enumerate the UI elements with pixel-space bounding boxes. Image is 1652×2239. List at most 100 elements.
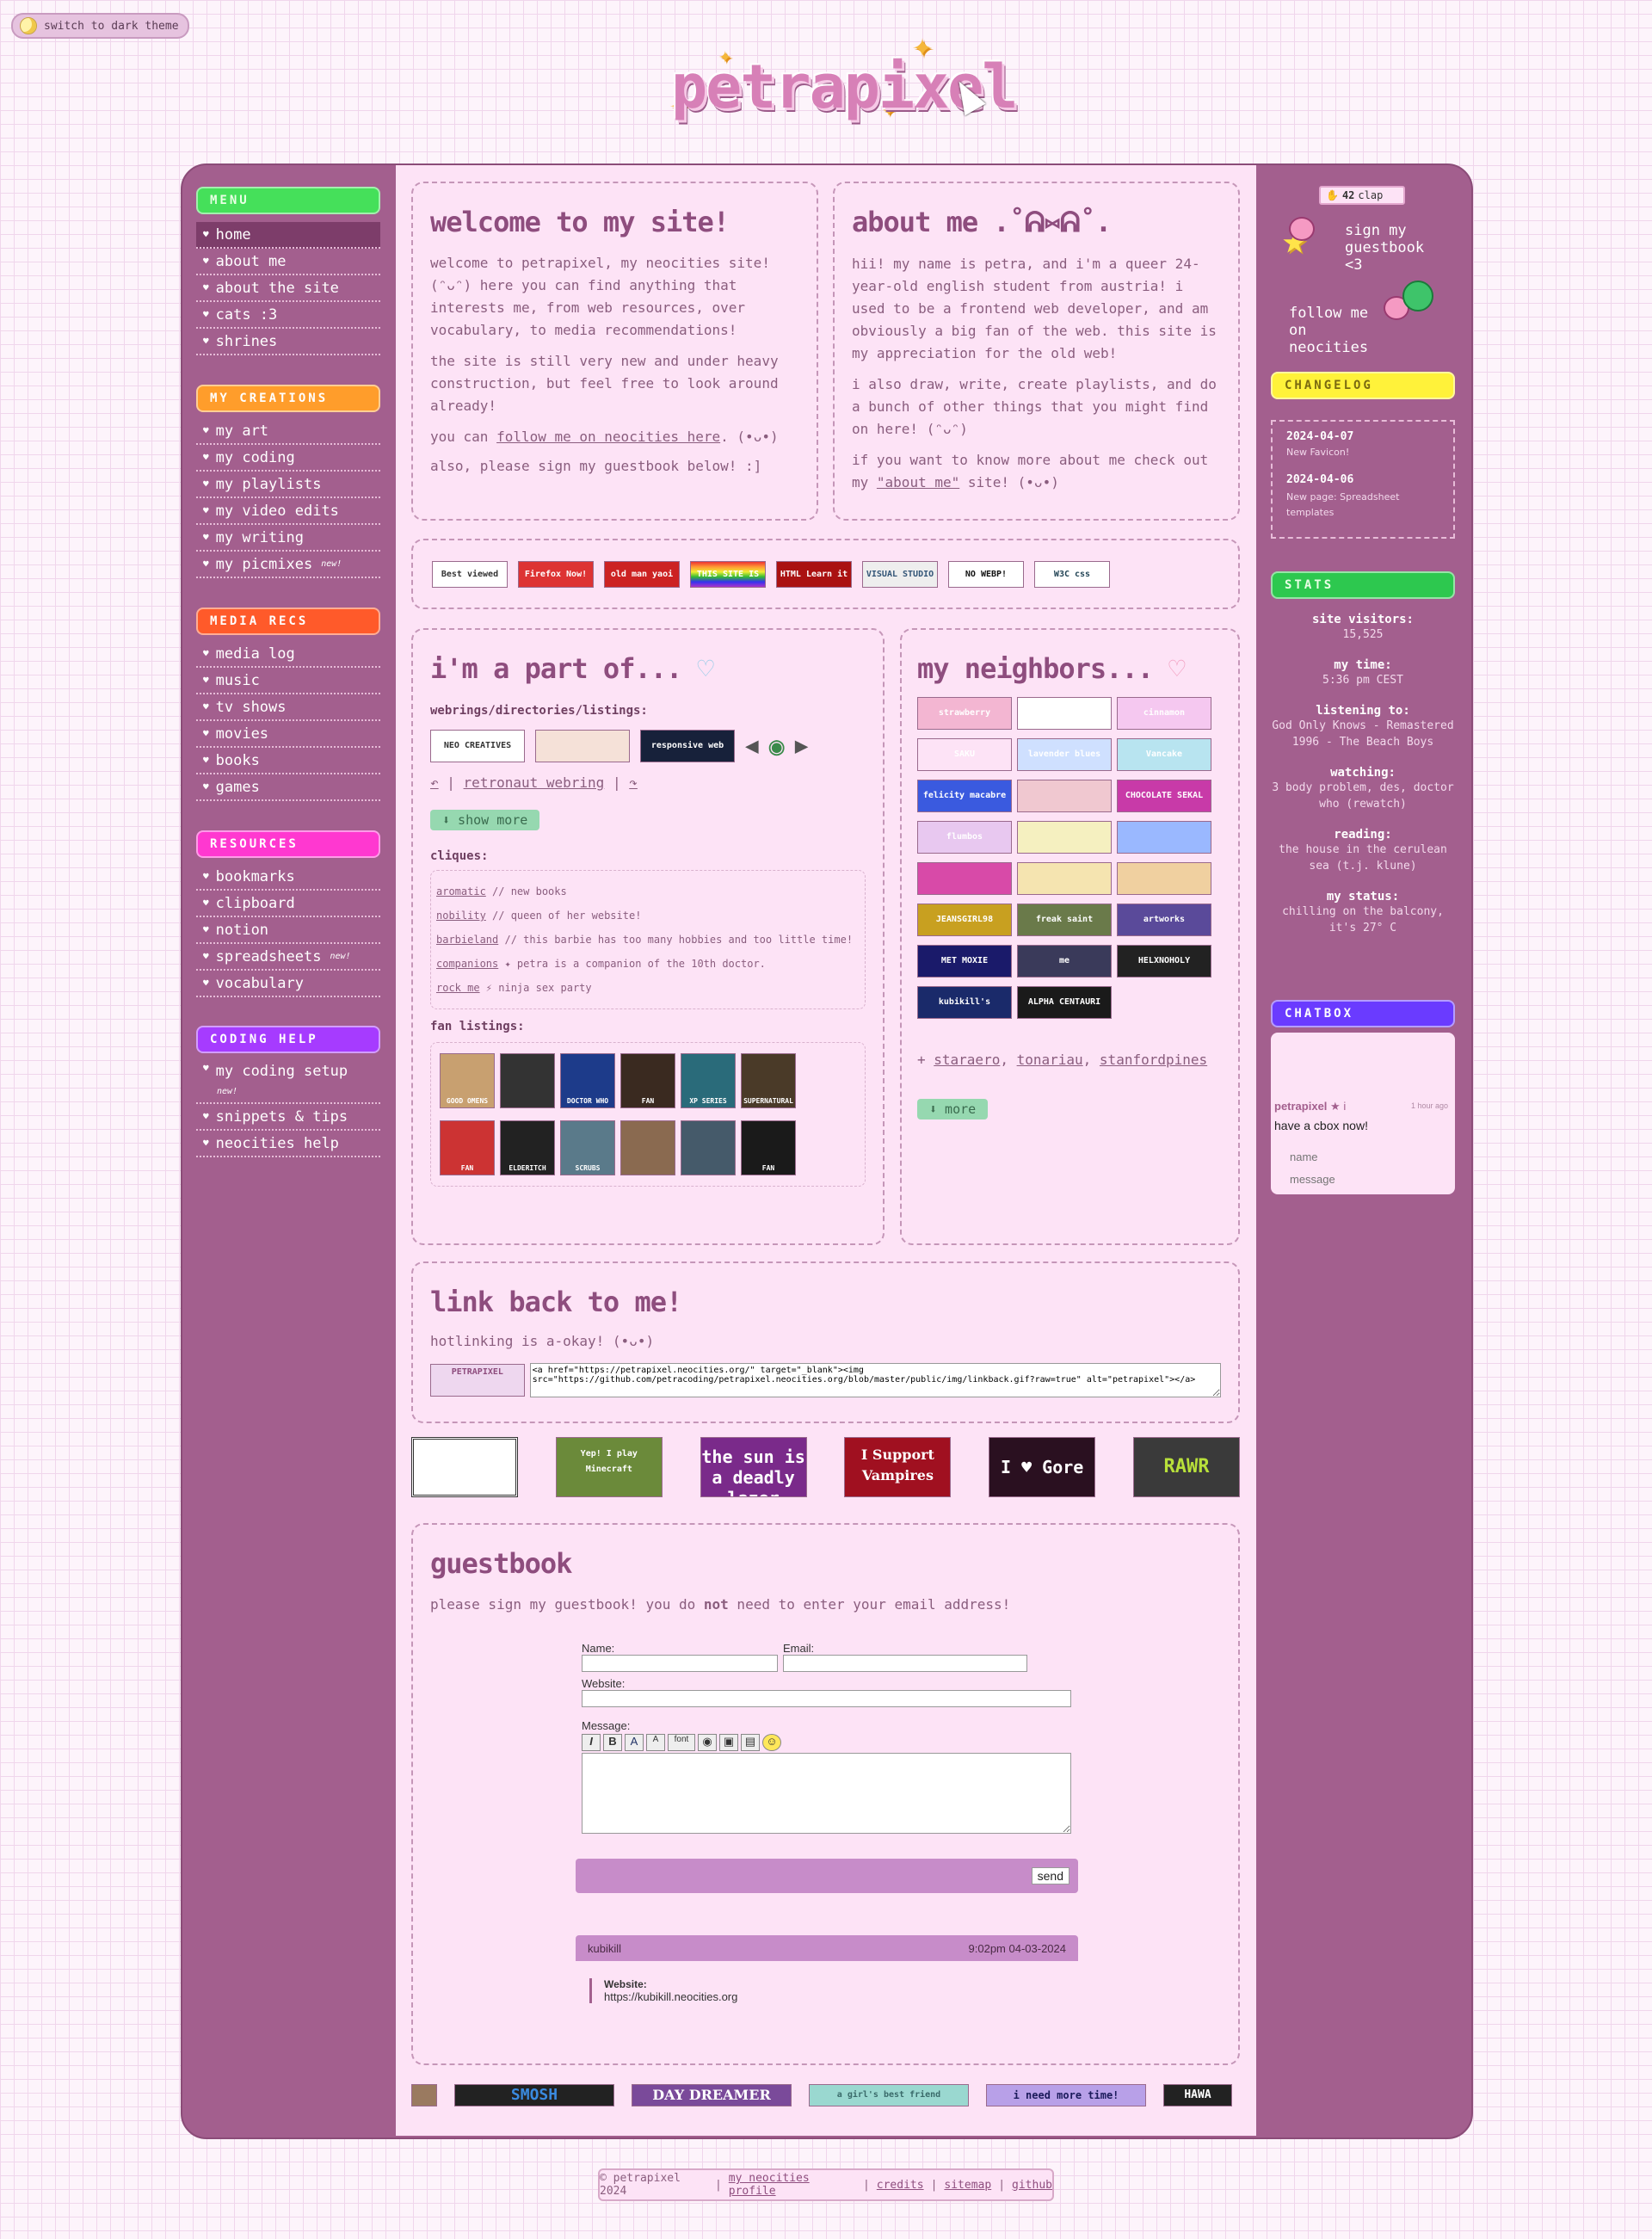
nav-snippets[interactable]: snippets & tips — [196, 1104, 380, 1131]
linkback-code-field[interactable] — [529, 1363, 1221, 1397]
message-textarea[interactable] — [582, 1753, 1071, 1834]
bold-button[interactable]: B — [603, 1734, 622, 1751]
footer-link-sitemap[interactable]: sitemap — [944, 2179, 991, 2192]
neighbor-button[interactable] — [1117, 862, 1211, 895]
badge-button[interactable]: NO WEBP! — [948, 560, 1024, 588]
stamp-image[interactable]: Yep! I play Minecraft — [555, 1437, 663, 1497]
neighbor-link[interactable]: staraero — [934, 1052, 1000, 1068]
badge-button[interactable]: Best viewed with A COMPUTER — [432, 560, 508, 588]
fan-listing-icon[interactable] — [500, 1053, 555, 1108]
clique-link[interactable]: nobility — [436, 910, 486, 922]
badge-button[interactable]: HTML Learn it today! — [776, 560, 852, 588]
nav-cats[interactable]: cats :3 — [196, 302, 380, 329]
marquee-button[interactable]: DAY DREAMER — [632, 2084, 792, 2106]
name-input[interactable] — [582, 1655, 778, 1672]
italic-button[interactable]: I — [582, 1734, 601, 1751]
stamp-image[interactable]: RAWR — [1132, 1437, 1240, 1497]
footer-link-credits[interactable]: credits — [877, 2179, 924, 2192]
show-more-button[interactable]: ⬇ show more — [430, 810, 540, 830]
next-arrow-icon[interactable]: ▶ — [795, 733, 809, 759]
marquee-button[interactable]: HAWA — [1163, 2084, 1232, 2106]
marquee-button[interactable]: i need more time! — [986, 2084, 1146, 2106]
neighbor-button[interactable]: felicity macabre — [917, 780, 1012, 812]
webring-button[interactable]: NEO CREATIVES webring — [430, 730, 525, 762]
nav-about-me[interactable]: about me — [196, 249, 380, 275]
fan-listing-icon[interactable]: DOCTOR WHO — [560, 1053, 615, 1108]
stamp-image[interactable]: the sun is a deadly lazer — [700, 1437, 807, 1497]
nav-my-picmixes[interactable]: my picmixes new! — [196, 552, 380, 578]
badge-button[interactable]: Firefox Now! — [518, 560, 594, 588]
nav-clipboard[interactable]: clipboard — [196, 891, 380, 917]
fan-listing-icon[interactable] — [620, 1120, 675, 1175]
badge-button[interactable]: old man yaoi Now! — [604, 560, 680, 588]
retronaut-link[interactable]: retronaut webring — [464, 774, 605, 791]
marquee-button[interactable] — [411, 2084, 437, 2106]
neighbor-button[interactable] — [917, 862, 1012, 895]
nav-bookmarks[interactable]: bookmarks — [196, 864, 380, 891]
neighbor-button[interactable]: ALPHA CENTAURI — [1017, 986, 1112, 1019]
neighbor-button[interactable] — [1017, 862, 1112, 895]
nav-about-site[interactable]: about the site — [196, 275, 380, 302]
nav-games[interactable]: games — [196, 774, 380, 801]
neighbor-button[interactable]: cinnamon — [1117, 697, 1211, 730]
neighbor-button[interactable]: MET MOXIE — [917, 945, 1012, 978]
webring-button[interactable]: responsive web directory — [640, 730, 735, 762]
globe-icon[interactable]: ◉ — [769, 731, 785, 762]
fan-listing-icon[interactable]: ELDERITCH — [500, 1120, 555, 1175]
neighbor-link[interactable]: stanfordpines — [1100, 1052, 1207, 1068]
clique-link[interactable]: aromatic — [436, 885, 486, 897]
nav-books[interactable]: books — [196, 748, 380, 774]
neighbor-button[interactable]: flumbos — [917, 821, 1012, 854]
stamp-image[interactable]: I ♥ Gore — [989, 1437, 1096, 1497]
footer-link-github[interactable]: github — [1012, 2179, 1052, 2192]
follow-neocities-link[interactable]: follow me on neocities here — [496, 429, 720, 445]
link-globe-icon[interactable]: ◉ — [698, 1734, 717, 1751]
neighbor-button[interactable]: strawberry — [917, 697, 1012, 730]
fan-listing-icon[interactable]: FAN — [440, 1120, 495, 1175]
dark-theme-toggle[interactable]: switch to dark theme — [11, 13, 189, 39]
nav-media-log[interactable]: media log — [196, 641, 380, 668]
neighbor-button[interactable]: freak saint — [1017, 904, 1112, 936]
color-button[interactable]: A — [625, 1734, 644, 1751]
clique-link[interactable]: barbieland — [436, 934, 498, 946]
marquee-button[interactable]: a girl's best friend — [809, 2084, 969, 2106]
clique-link[interactable]: companions — [436, 958, 498, 970]
chat-message-input[interactable] — [1288, 1172, 1446, 1187]
stamp-image[interactable] — [411, 1437, 518, 1497]
fan-listing-icon[interactable]: GOOD OMENS — [440, 1053, 495, 1108]
nav-my-art[interactable]: my art — [196, 418, 380, 445]
webring-next-link[interactable]: ↷ — [629, 774, 638, 791]
badge-button[interactable]: W3C css — [1034, 560, 1110, 588]
neighbor-button[interactable]: SAKU — [917, 738, 1012, 771]
entry-website[interactable]: https://kubikill.neocities.org — [604, 1990, 737, 2003]
nav-spreadsheets[interactable]: spreadsheets new! — [196, 944, 380, 971]
neighbors-more-button[interactable]: ⬇ more — [917, 1099, 989, 1120]
neighbor-button[interactable]: JEANSGIRL98 — [917, 904, 1012, 936]
neighbor-button[interactable]: kubikill's Cyberspace — [917, 986, 1012, 1019]
nav-tv-shows[interactable]: tv shows — [196, 694, 380, 721]
clap-button[interactable]: ✋ 42 clap — [1319, 186, 1405, 205]
fan-listing-icon[interactable]: XP SERIES — [681, 1053, 736, 1108]
neighbor-button[interactable]: CHOCOLATE SEKAL — [1117, 780, 1211, 812]
neighbor-button[interactable]: Vancake — [1117, 738, 1211, 771]
size-button[interactable]: A — [646, 1734, 665, 1751]
website-input[interactable] — [582, 1690, 1071, 1707]
nav-shrines[interactable]: shrines — [196, 329, 380, 355]
fan-listing-icon[interactable]: SUPERNATURAL — [741, 1053, 796, 1108]
nav-home[interactable]: home — [196, 222, 380, 249]
neighbor-button[interactable] — [1017, 780, 1112, 812]
fan-listing-icon[interactable] — [681, 1120, 736, 1175]
stamp-image[interactable]: I Support Vampires — [844, 1437, 952, 1497]
follow-neocities-sidebar-link[interactable]: follow me on neocities — [1289, 305, 1392, 356]
site-logo[interactable]: ✦ ✦ ✦ ✦ petrapixel — [663, 26, 1018, 138]
nav-notion[interactable]: notion — [196, 917, 380, 944]
nav-my-playlists[interactable]: my playlists — [196, 472, 380, 498]
neighbor-button[interactable] — [1017, 821, 1112, 854]
footer-link-neocities[interactable]: my neocities profile — [729, 2172, 856, 2198]
image-icon[interactable]: ▣ — [719, 1734, 738, 1751]
webring-button[interactable] — [535, 730, 630, 762]
smiley-icon[interactable]: ☺ — [762, 1734, 781, 1751]
badge-button[interactable]: THIS SITE IS GAY — [690, 560, 766, 588]
linkback-button[interactable]: PETRAPIXEL — [430, 1364, 525, 1397]
nav-vocabulary[interactable]: vocabulary — [196, 971, 380, 997]
